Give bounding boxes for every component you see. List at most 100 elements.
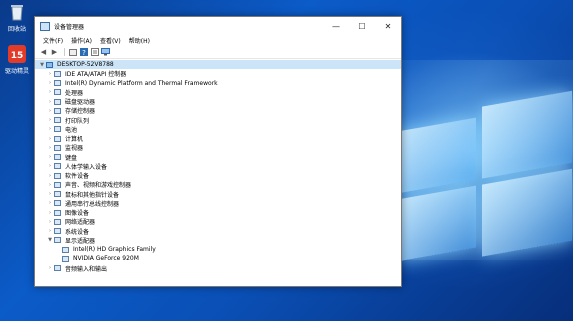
tree-item-label: Intel(R) Dynamic Platform and Thermal Fr… xyxy=(65,79,218,87)
expand-arrow-icon[interactable]: › xyxy=(46,99,54,105)
desktop-icon-recycle-bin[interactable]: 回收站 xyxy=(2,2,32,33)
tree-item[interactable]: › 人体学输入设备 xyxy=(35,162,401,171)
expand-arrow-icon[interactable]: › xyxy=(46,210,54,216)
tree-item[interactable]: › 声音、视频和游戏控制器 xyxy=(35,180,401,189)
menu-help[interactable]: 帮助(H) xyxy=(125,35,154,46)
tree-item-label: 网络适配器 xyxy=(65,219,96,227)
display-adapter-icon xyxy=(62,255,69,262)
menu-action[interactable]: 操作(A) xyxy=(67,35,96,46)
desktop-icon-label: 回收站 xyxy=(7,26,26,33)
tree-item-label: 鼠标和其他指针设备 xyxy=(65,191,120,199)
back-icon[interactable]: ◀ xyxy=(39,48,48,57)
computer-icon xyxy=(46,61,53,68)
expand-arrow-icon[interactable]: › xyxy=(46,126,54,132)
monitor-icon xyxy=(54,144,61,151)
expand-arrow-icon[interactable]: › xyxy=(46,117,54,123)
mouse-icon xyxy=(54,191,61,198)
tree-item-label: 处理器 xyxy=(65,89,84,97)
svg-text:?: ? xyxy=(82,49,86,56)
tree-item-label: 键盘 xyxy=(65,154,78,162)
hid-icon xyxy=(54,163,61,170)
ide-controller-icon xyxy=(54,70,61,77)
recycle-bin-icon xyxy=(7,2,27,22)
expand-arrow-icon[interactable]: › xyxy=(46,154,54,160)
device-manager-icon xyxy=(40,21,50,31)
tree-root-label: DESKTOP-52V8788 xyxy=(57,61,114,69)
maximize-button[interactable]: ☐ xyxy=(349,17,375,35)
tree-item[interactable]: › 监视器 xyxy=(35,143,401,152)
disk-drive-icon xyxy=(54,98,61,105)
display-adapter-icon xyxy=(54,237,61,244)
expand-arrow-icon[interactable]: › xyxy=(46,136,54,142)
monitor-icon[interactable] xyxy=(101,48,110,57)
tree-child-item[interactable]: NVIDIA GeForce 920M xyxy=(35,254,401,263)
tree-item[interactable]: › 存储控制器 xyxy=(35,106,401,115)
tree-item[interactable]: › 处理器 xyxy=(35,88,401,97)
expand-arrow-icon[interactable]: › xyxy=(46,71,54,77)
sound-icon xyxy=(54,181,61,188)
tree-item[interactable]: › 系统设备 xyxy=(35,227,401,236)
expand-arrow-icon[interactable]: › xyxy=(46,200,54,206)
close-button[interactable]: ✕ xyxy=(375,17,401,35)
battery-icon xyxy=(54,126,61,133)
tree-item[interactable]: › 鼠标和其他指针设备 xyxy=(35,190,401,199)
tree-item-label: IDE ATA/ATAPI 控制器 xyxy=(65,71,127,79)
collapse-arrow-icon[interactable]: ▼ xyxy=(38,62,46,68)
keyboard-icon xyxy=(54,154,61,161)
tree-item[interactable]: › 音频输入和输出 xyxy=(35,264,401,273)
expand-arrow-icon[interactable]: › xyxy=(46,182,54,188)
menu-bar: 文件(F) 操作(A) 查看(V) 帮助(H) xyxy=(35,35,401,46)
expand-arrow-icon[interactable]: › xyxy=(46,173,54,179)
tree-child-label: NVIDIA GeForce 920M xyxy=(73,255,139,263)
tree-item[interactable]: › 图像设备 xyxy=(35,208,401,217)
driver-genius-icon: 15 xyxy=(7,44,27,64)
system-device-icon xyxy=(54,228,61,235)
expand-arrow-icon[interactable]: › xyxy=(46,108,54,114)
tree-item-label: 打印队列 xyxy=(65,117,90,125)
expand-arrow-icon[interactable]: › xyxy=(46,80,54,86)
chip-icon xyxy=(54,80,61,87)
tree-item[interactable]: ▼ 显示适配器 xyxy=(35,236,401,245)
print-queue-icon xyxy=(54,117,61,124)
expand-arrow-icon[interactable]: › xyxy=(46,265,54,271)
tree-item[interactable]: › 网络适配器 xyxy=(35,217,401,226)
expand-arrow-icon[interactable]: › xyxy=(46,145,54,151)
svg-text:15: 15 xyxy=(11,51,24,61)
tree-item-label: 人体学输入设备 xyxy=(65,163,108,171)
windows-logo xyxy=(398,83,573,274)
help-icon[interactable]: ? xyxy=(79,48,88,57)
title-bar[interactable]: 设备管理器 — ☐ ✕ xyxy=(35,17,401,35)
tree-item[interactable]: › 电池 xyxy=(35,125,401,134)
tree-item[interactable]: › Intel(R) Dynamic Platform and Thermal F… xyxy=(35,79,401,88)
forward-icon[interactable]: ▶ xyxy=(50,48,59,57)
expand-arrow-icon[interactable]: › xyxy=(46,191,54,197)
expand-arrow-icon[interactable]: › xyxy=(46,89,54,95)
menu-file[interactable]: 文件(F) xyxy=(39,35,67,46)
tree-item[interactable]: › 键盘 xyxy=(35,153,401,162)
tree-item-label: 显示适配器 xyxy=(65,237,96,245)
tree-item[interactable]: › 磁盘驱动器 xyxy=(35,97,401,106)
tree-item-label: 存储控制器 xyxy=(65,108,96,116)
tree-item[interactable]: › 通用串行总线控制器 xyxy=(35,199,401,208)
minimize-button[interactable]: — xyxy=(323,17,349,35)
tree-item[interactable]: › IDE ATA/ATAPI 控制器 xyxy=(35,69,401,78)
menu-view[interactable]: 查看(V) xyxy=(96,35,125,46)
tree-root[interactable]: ▼ DESKTOP-52V8788 xyxy=(35,60,401,70)
expand-arrow-icon[interactable]: › xyxy=(46,219,54,225)
properties-icon[interactable] xyxy=(90,48,99,57)
tree-item-label: 监视器 xyxy=(65,145,84,153)
expand-arrow-icon[interactable]: › xyxy=(46,228,54,234)
tree-item[interactable]: › 计算机 xyxy=(35,134,401,143)
tree-item-label: 磁盘驱动器 xyxy=(65,99,96,107)
tree-item[interactable]: › 软件设备 xyxy=(35,171,401,180)
view-icon[interactable] xyxy=(68,48,77,57)
tree-item[interactable]: › 打印队列 xyxy=(35,116,401,125)
tree-child-label: Intel(R) HD Graphics Family xyxy=(73,246,156,254)
expand-arrow-icon[interactable]: › xyxy=(46,163,54,169)
tree-item-label: 电池 xyxy=(65,126,78,134)
tree-item-label: 系统设备 xyxy=(65,228,90,236)
audio-io-icon xyxy=(54,265,61,272)
tree-child-item[interactable]: Intel(R) HD Graphics Family xyxy=(35,245,401,254)
collapse-arrow-icon[interactable]: ▼ xyxy=(46,237,54,243)
desktop-icon-driver-genius[interactable]: 15 驱动精灵 xyxy=(2,44,32,75)
